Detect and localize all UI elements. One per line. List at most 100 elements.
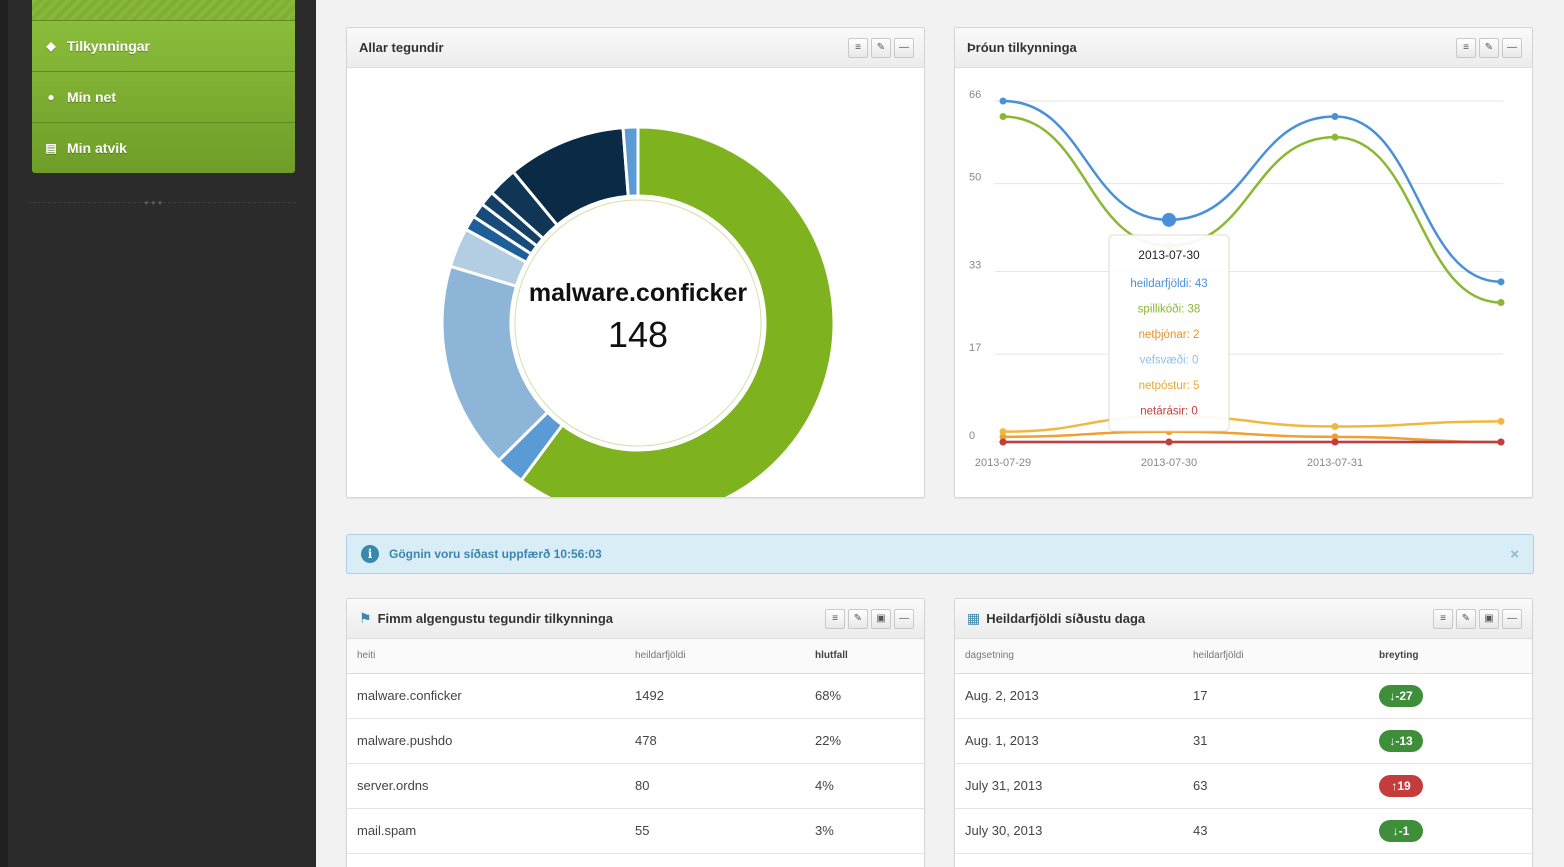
column-header[interactable]: dagsetning [955, 639, 1183, 674]
data-point[interactable] [1331, 133, 1339, 141]
y-tick-label: 33 [969, 260, 981, 272]
data-point[interactable] [999, 438, 1007, 446]
type-share-cell: 68% [805, 673, 924, 719]
widget-tools: ≡ ✎ — [1456, 37, 1522, 58]
pin-button[interactable]: ✎ [1456, 608, 1476, 629]
data-point[interactable] [1165, 438, 1173, 446]
collapse-button[interactable]: — [1502, 608, 1522, 629]
expand-button[interactable]: ▣ [871, 608, 891, 629]
trend-widget: Þróun tilkynninga ≡ ✎ — 0 17 33 50 66 2013-07… [954, 27, 1533, 498]
pin-button[interactable]: ✎ [1479, 37, 1499, 58]
date-cell: July 31, 2013 [955, 763, 1183, 809]
donut-chart-area: malware.conficker 148 [347, 69, 924, 521]
change-value: 19 [1397, 778, 1411, 793]
expand-button[interactable]: ▣ [1479, 608, 1499, 629]
info-icon: i [361, 545, 379, 563]
data-point[interactable] [1331, 113, 1339, 120]
table-row[interactable]: mail.spam 55 3% [347, 808, 924, 854]
change-value: -27 [1395, 688, 1413, 703]
tooltip-line: vefsvæði: 0 [1140, 355, 1199, 367]
sidebar-edge [0, 0, 8, 867]
close-icon[interactable]: × [1510, 546, 1519, 563]
change-value: -13 [1395, 733, 1413, 748]
sidebar-item-tilkynningar[interactable]: ◆ Tilkynningar [32, 20, 295, 71]
tooltip-line: heildarfjöldi: 43 [1130, 278, 1207, 290]
data-point[interactable] [999, 97, 1007, 105]
series-line [1002, 115, 1502, 304]
column-header[interactable]: breyting [1369, 639, 1532, 674]
x-tick-label: 2013-07-30 [1141, 457, 1197, 469]
list-icon: ▤ [45, 141, 57, 155]
tooltip-line: spillikóði: 38 [1138, 304, 1201, 316]
table-row[interactable]: Aug. 2, 2013 17 ↓-27 [955, 673, 1532, 719]
total-cell: 17 [1183, 673, 1369, 719]
change-badge: ↓-13 [1379, 729, 1423, 752]
column-header[interactable]: heildarfjöldi [625, 639, 805, 674]
change-cell: ↓-27 [1369, 673, 1532, 719]
globe-icon: ● [47, 90, 55, 104]
table-row[interactable]: server.ordns 80 4% [347, 763, 924, 809]
widget-title: Heildarfjöldi síðustu daga [986, 611, 1146, 626]
data-point[interactable] [1497, 417, 1505, 425]
table-row[interactable]: malware.pushdo 478 22% [347, 718, 924, 764]
donut-center-value: 148 [608, 314, 668, 355]
collapse-button[interactable]: — [894, 608, 914, 629]
data-point[interactable] [1331, 423, 1339, 430]
change-badge: ↓-1 [1379, 819, 1423, 842]
table-row[interactable]: Aug. 1, 2013 31 ↓-13 [955, 718, 1532, 764]
table-row[interactable]: July 31, 2013 63 ↑19 [955, 763, 1532, 809]
type-total-cell: 478 [625, 718, 805, 764]
list-toggle-button[interactable]: ≡ [825, 608, 845, 629]
widget-header: Allar tegundir ≡ ✎ — [347, 28, 924, 68]
data-point[interactable] [1497, 278, 1505, 286]
pin-button[interactable]: ✎ [848, 608, 868, 629]
total-cell: 31 [1183, 718, 1369, 764]
data-point[interactable] [999, 113, 1007, 120]
column-header[interactable]: heildarfjöldi [1183, 639, 1369, 674]
collapse-button[interactable]: — [894, 37, 914, 58]
table-row[interactable]: July 30, 2013 43 ↓-1 [955, 808, 1532, 854]
list-toggle-button[interactable]: ≡ [1433, 608, 1453, 629]
type-name-cell: server.ordns [347, 763, 625, 809]
top-types-widget: ⚑ Fimm algengustu tegundir tilkynninga ≡… [346, 598, 925, 867]
nav-stripe [32, 0, 295, 20]
widget-tools: ≡ ✎ ▣ — [825, 608, 914, 629]
type-name-cell: mail.spam [347, 808, 625, 854]
tooltip-line: netþjónar: 2 [1139, 329, 1200, 341]
data-point[interactable] [1331, 438, 1339, 446]
y-tick-label: 0 [969, 430, 975, 442]
table-row[interactable]: malware.conficker 1492 68% [347, 673, 924, 719]
sidebar: ◆ Tilkynningar ● Min net ▤ Min atvik ●●● [0, 0, 316, 867]
list-toggle-button[interactable]: ≡ [848, 37, 868, 58]
widget-title: Fimm algengustu tegundir tilkynninga [377, 611, 614, 626]
total-cell: 63 [1183, 763, 1369, 809]
y-tick-label: 17 [969, 342, 981, 354]
donut-chart: malware.conficker 148 [440, 125, 836, 521]
sidebar-item-min-atvik[interactable]: ▤ Min atvik [32, 122, 295, 173]
column-header[interactable]: heiti [347, 639, 625, 674]
tags-icon: ◆ [46, 39, 56, 53]
data-point[interactable] [1497, 438, 1505, 446]
tooltip-title: 2013-07-30 [1138, 248, 1200, 262]
collapse-button[interactable]: — [1502, 37, 1522, 58]
sidebar-item-min-net[interactable]: ● Min net [32, 71, 295, 122]
list-toggle-button[interactable]: ≡ [1456, 37, 1476, 58]
x-tick-label: 2013-07-31 [1307, 457, 1363, 469]
column-header[interactable]: hlutfall [805, 639, 924, 674]
widget-header: ⚑ Fimm algengustu tegundir tilkynninga ≡… [347, 599, 924, 639]
alert-text: Gögnin voru síðast uppfærð 10:56:03 [389, 547, 602, 561]
type-total-cell: 55 [625, 808, 805, 854]
y-tick-label: 50 [969, 172, 981, 184]
sidebar-item-label: Min net [67, 89, 116, 105]
all-types-widget: Allar tegundir ≡ ✎ — malware.conficker 1… [346, 27, 925, 521]
tooltip-line: netárásir: 0 [1140, 406, 1198, 418]
data-point[interactable] [1162, 212, 1176, 227]
top-types-table: heiti heildarfjöldi hlutfall malware.con… [347, 639, 924, 854]
series-line [1002, 414, 1502, 433]
pin-button[interactable]: ✎ [871, 37, 891, 58]
change-badge: ↓-27 [1379, 684, 1423, 707]
date-cell: Aug. 1, 2013 [955, 718, 1183, 764]
calendar-icon: ▦ [967, 610, 981, 626]
data-point[interactable] [1497, 299, 1505, 306]
data-point[interactable] [999, 428, 1007, 436]
